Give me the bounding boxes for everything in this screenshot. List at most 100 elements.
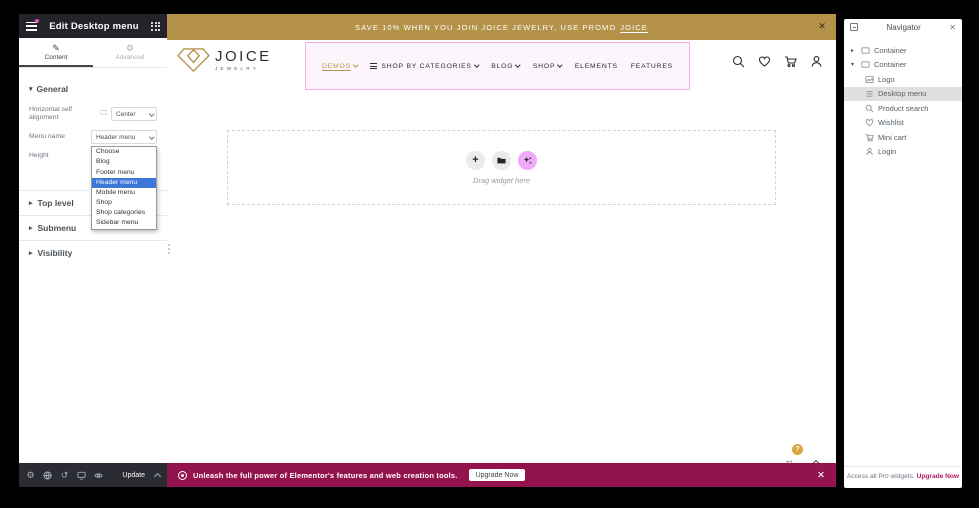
- dropdown-option-selected[interactable]: Header menu: [92, 178, 156, 188]
- settings-icon[interactable]: ⚙: [26, 471, 35, 480]
- history-icon[interactable]: ↺: [60, 471, 69, 480]
- folder-icon: [497, 156, 506, 165]
- tree-item-product-search[interactable]: Product search: [844, 101, 962, 116]
- chevron-down-icon: [474, 63, 479, 68]
- section-visibility-label: Visibility: [38, 248, 73, 258]
- image-icon: [865, 75, 874, 84]
- update-button[interactable]: Update: [122, 472, 145, 479]
- menu-name-label: Menu name: [29, 133, 87, 141]
- diamond-logo-icon: [177, 47, 210, 73]
- preview-eye-icon[interactable]: [94, 471, 103, 480]
- add-widget-button[interactable]: +: [466, 151, 485, 170]
- chevron-down-icon: [516, 63, 521, 68]
- cart-icon[interactable]: [784, 55, 797, 73]
- nav-item-shop-by-categories[interactable]: SHOP BY CATEGORIES: [370, 63, 478, 70]
- caret-right-icon: ▸: [29, 249, 33, 257]
- navigator-title: Navigator: [858, 23, 949, 32]
- nav-item-shop[interactable]: SHOP: [533, 63, 562, 70]
- banner-promo-code[interactable]: JOICE: [620, 23, 648, 32]
- tree-item-container-2[interactable]: ▾ Container: [844, 58, 962, 73]
- widgets-grid-icon[interactable]: [151, 22, 160, 31]
- ai-sparkle-icon: [523, 156, 532, 165]
- panel-resize-handle[interactable]: [168, 244, 170, 254]
- banner-close-icon[interactable]: ✕: [818, 22, 827, 31]
- panel-body: ▾ General Horizontal self alignment 🖵 Ce…: [19, 68, 167, 463]
- nav-item-elements[interactable]: ELEMENTS: [575, 63, 618, 70]
- search-icon[interactable]: [732, 55, 745, 73]
- heart-icon: [865, 118, 874, 127]
- panel-tabs: ✎ Content ⚙ Advanced: [19, 38, 167, 68]
- tab-content[interactable]: ✎ Content: [19, 38, 93, 67]
- categories-burger-icon: [370, 63, 377, 69]
- dropdown-option[interactable]: Blog: [92, 157, 156, 167]
- upgrade-now-link[interactable]: Upgrade Now: [917, 473, 960, 480]
- menu-name-select[interactable]: Header menu: [91, 130, 157, 144]
- template-folder-button[interactable]: [492, 151, 511, 170]
- editor-footer-bar: ⚙ ↺ Update: [19, 463, 167, 487]
- navigator-tree: ▸ Container ▾ Container Logo Desktop men…: [844, 35, 962, 159]
- chevron-down-icon: [353, 63, 358, 68]
- editor-stage: Edit Desktop menu ✎ Content ⚙ Advanced ▾…: [0, 0, 979, 508]
- ai-builder-button[interactable]: [518, 151, 537, 170]
- pro-widgets-text: Access all Pro widgets.: [847, 473, 915, 480]
- navigator-footer: Access all Pro widgets. Upgrade Now: [844, 466, 962, 485]
- dropdown-option[interactable]: Shop: [92, 198, 156, 208]
- tree-item-container-1[interactable]: ▸ Container: [844, 43, 962, 58]
- navigator-panel: Navigator ✕ ▸ Container ▾ Container Logo…: [844, 19, 962, 488]
- promo-message: Unleash the full power of Elementor's fe…: [193, 471, 458, 480]
- alignment-value: Center: [116, 111, 136, 118]
- caret-down-icon: ▾: [851, 61, 857, 68]
- help-badge[interactable]: ?: [792, 444, 803, 455]
- responsive-mode-icon[interactable]: [77, 471, 86, 480]
- search-icon: [865, 104, 874, 113]
- nav-item-demos[interactable]: DEMOS: [322, 63, 357, 70]
- section-top-level-label: Top level: [38, 198, 74, 208]
- caret-right-icon: ▸: [851, 47, 857, 54]
- drag-widget-zone[interactable]: + Drag widget here: [227, 130, 776, 205]
- chevron-down-icon: [149, 135, 154, 140]
- notification-dot: [35, 19, 39, 23]
- nav-item-features[interactable]: FEATURES: [631, 63, 673, 70]
- settings-panel: Edit Desktop menu ✎ Content ⚙ Advanced ▾…: [19, 14, 167, 463]
- menu-icon: [865, 89, 874, 98]
- tree-item-login[interactable]: Login: [844, 145, 962, 160]
- alignment-select[interactable]: Center: [111, 107, 157, 121]
- cart-icon: [865, 133, 874, 142]
- upgrade-now-button[interactable]: Upgrade Now: [469, 469, 526, 481]
- dropdown-option[interactable]: Choose: [92, 147, 156, 157]
- caret-right-icon: ▸: [29, 224, 33, 232]
- tree-item-mini-cart[interactable]: Mini cart: [844, 130, 962, 145]
- section-visibility[interactable]: ▸ Visibility: [19, 240, 167, 265]
- navigator-header: Navigator ✕: [844, 19, 962, 35]
- collapse-all-icon[interactable]: [850, 23, 858, 31]
- header-action-icons: [732, 55, 823, 73]
- site-logo[interactable]: JOICE JEWELRY: [177, 47, 272, 73]
- caret-right-icon: ▸: [29, 199, 33, 207]
- tab-advanced[interactable]: ⚙ Advanced: [93, 38, 167, 67]
- tree-item-desktop-menu[interactable]: Desktop menu: [844, 87, 962, 102]
- dropdown-option[interactable]: Footer menu: [92, 168, 156, 178]
- container-icon: [861, 46, 870, 55]
- desktop-menu-widget-selected[interactable]: DEMOS SHOP BY CATEGORIES BLOG SHOP ELEME…: [305, 42, 690, 90]
- gear-icon: ⚙: [126, 44, 134, 53]
- dropdown-option[interactable]: Sidebar menu: [92, 218, 156, 228]
- logo-name: JOICE: [215, 49, 272, 64]
- hamburger-menu-icon[interactable]: [26, 22, 37, 31]
- nav-item-blog[interactable]: BLOG: [491, 63, 520, 70]
- account-user-icon[interactable]: [810, 55, 823, 73]
- tab-advanced-label: Advanced: [116, 54, 145, 61]
- chevron-up-icon[interactable]: [154, 472, 161, 479]
- navigator-icon[interactable]: [43, 471, 52, 480]
- tree-item-wishlist[interactable]: Wishlist: [844, 116, 962, 131]
- section-general[interactable]: ▾ General: [19, 78, 167, 102]
- wishlist-heart-icon[interactable]: [758, 55, 771, 73]
- navigator-close-icon[interactable]: ✕: [949, 23, 956, 32]
- promo-close-icon[interactable]: ✕: [817, 470, 825, 481]
- dropdown-option[interactable]: Mobile menu: [92, 188, 156, 198]
- desktop-responsive-icon[interactable]: 🖵: [100, 110, 107, 118]
- plus-icon: +: [472, 155, 478, 166]
- dropdown-option[interactable]: Shop categories: [92, 208, 156, 218]
- elementor-badge-icon: [178, 471, 187, 480]
- promo-banner: SAVE 10% WHEN YOU JOIN JOICE JEWELRY, US…: [167, 14, 836, 40]
- tree-item-logo[interactable]: Logo: [844, 72, 962, 87]
